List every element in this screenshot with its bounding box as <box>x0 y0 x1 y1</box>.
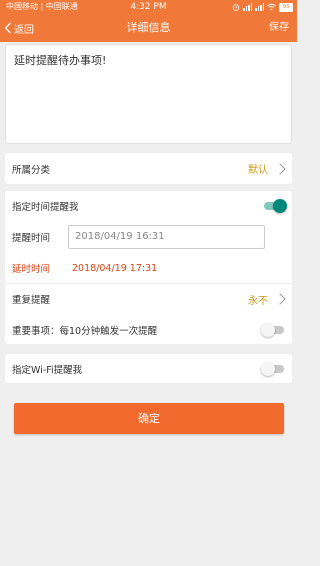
save-button[interactable]: 保存 <box>269 14 289 42</box>
nav-bar: 返回 详细信息 保存 <box>0 14 297 42</box>
signal-icon <box>243 3 252 11</box>
wifi-reminder-card: 指定Wi-Fi提醒我 <box>5 354 292 383</box>
confirm-button[interactable]: 确定 <box>14 403 284 434</box>
important-toggle[interactable] <box>261 322 284 337</box>
alarm-icon <box>232 4 240 11</box>
important-row: 重要事项：每10分钟触发一次提醒 <box>12 315 284 344</box>
chevron-right-icon <box>274 162 286 175</box>
toggle-knob <box>261 361 275 376</box>
wifi-reminder-toggle[interactable] <box>261 361 284 376</box>
reminder-time-row: 提醒时间 2018/04/19 16:31 <box>12 222 284 252</box>
signal-2-icon <box>255 3 264 11</box>
wifi-reminder-label: 指定Wi-Fi提醒我 <box>12 364 83 376</box>
chevron-right-icon <box>274 293 286 305</box>
repeat-label: 重复提醒 <box>12 295 51 306</box>
reminder-time-input[interactable]: 2018/04/19 16:31 <box>68 225 266 249</box>
page-title: 详细信息 <box>126 21 171 34</box>
repeat-row[interactable]: 重复提醒 永不 <box>12 284 286 314</box>
delay-time-value[interactable]: 2018/04/19 17:31 <box>72 263 157 274</box>
content-textarea[interactable]: 延时提醒待办事项! <box>5 44 292 144</box>
repeat-value: 永不 <box>248 295 268 307</box>
wifi-icon <box>267 3 276 11</box>
battery-icon: 93 <box>279 2 293 12</box>
delay-time-row: 延时时间 2018/04/19 17:31 <box>12 254 284 282</box>
wifi-reminder-row: 指定Wi-Fi提醒我 <box>12 354 284 383</box>
category-label: 所属分类 <box>12 164 51 176</box>
status-bar: 中国移动 | 中国联通 4:32 PM 93 <box>0 0 297 14</box>
toggle-knob <box>273 199 287 213</box>
reminder-time-label: 提醒时间 <box>12 233 51 244</box>
status-icons: 93 <box>232 0 293 14</box>
time-reminder-row: 指定时间提醒我 <box>12 191 287 221</box>
time-reminder-label: 指定时间提醒我 <box>12 202 79 213</box>
delay-time-label: 延时时间 <box>12 264 51 275</box>
time-reminder-card: 指定时间提醒我 提醒时间 2018/04/19 16:31 延时时间 2018/… <box>5 191 292 344</box>
category-row[interactable]: 所属分类 默认 <box>12 153 286 184</box>
toggle-knob <box>261 322 275 337</box>
important-label: 重要事项：每10分钟触发一次提醒 <box>12 325 158 337</box>
category-card[interactable]: 所属分类 默认 <box>5 153 292 184</box>
category-value: 默认 <box>248 165 268 176</box>
time-reminder-toggle[interactable] <box>264 199 287 213</box>
